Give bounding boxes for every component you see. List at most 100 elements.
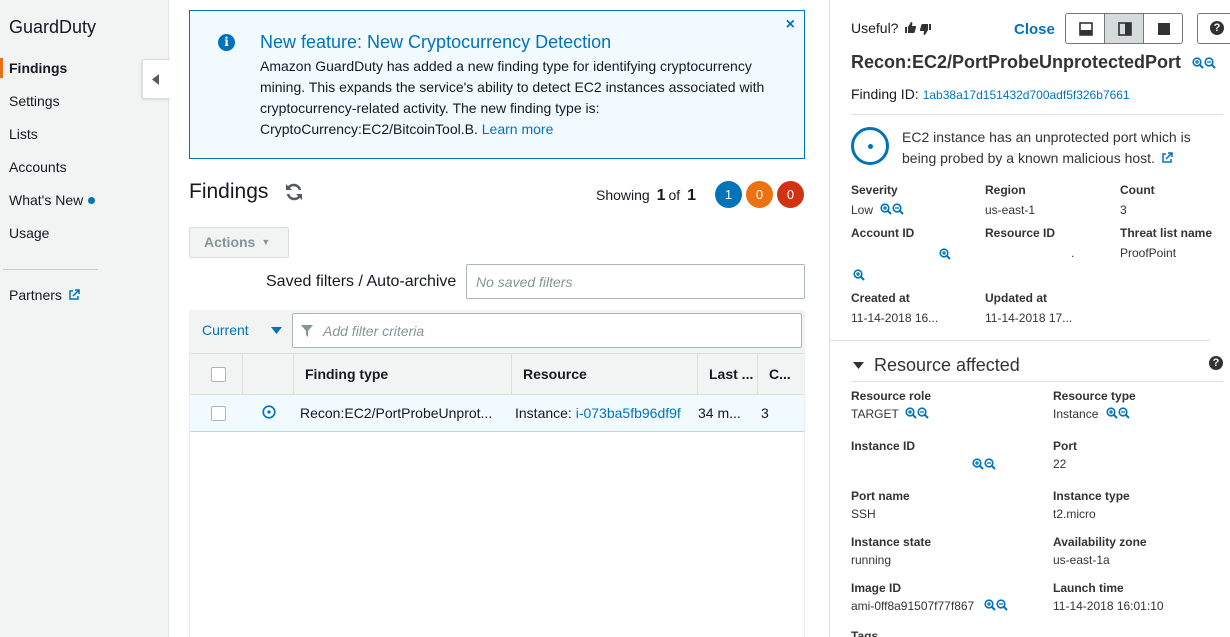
- zoom-out-icon[interactable]: [984, 458, 996, 470]
- resource-role-label: Resource role: [851, 389, 932, 403]
- description-text: EC2 instance has an unprotected port whi…: [902, 129, 1191, 166]
- column-header-finding-type[interactable]: Finding type: [293, 354, 511, 394]
- table-header: Finding type Resource Last ... C...: [190, 353, 804, 395]
- created-at-label: Created at: [851, 291, 910, 305]
- saved-filters-label: Saved filters / Auto-archive: [266, 273, 457, 290]
- tags-label: Tags: [851, 629, 879, 637]
- finding-title-text: Recon:EC2/PortProbeUnprotectedPort: [851, 52, 1182, 72]
- zoom-in-icon[interactable]: [972, 458, 984, 470]
- resource-affected-heading[interactable]: Resource affected: [874, 355, 1020, 376]
- divider: [851, 114, 1223, 115]
- thumbs-up-icon[interactable]: [905, 22, 917, 33]
- severity-column-header: [242, 354, 293, 394]
- instance-state-label: Instance state: [851, 535, 932, 549]
- resource-prefix: Instance:: [515, 405, 576, 421]
- sidebar-item-usage[interactable]: Usage: [0, 223, 169, 256]
- threat-list-label: Threat list name: [1120, 226, 1213, 240]
- zoom-out-icon[interactable]: [892, 203, 904, 215]
- caret-down-icon[interactable]: [271, 327, 282, 334]
- finding-details-panel: Useful? Close ? Recon:EC2/PortProbeUnpro…: [829, 0, 1230, 637]
- zoom-in-icon[interactable]: [1192, 57, 1204, 69]
- column-header-resource[interactable]: Resource: [511, 354, 697, 394]
- refresh-icon[interactable]: [284, 182, 304, 202]
- filter-input[interactable]: Add filter criteria: [292, 313, 802, 348]
- zoom-in-icon[interactable]: [984, 599, 996, 611]
- table-row[interactable]: Recon:EC2/PortProbeUnprot... Instance: i…: [190, 395, 804, 432]
- cell-resource: Instance: i-073ba5fb96df9f: [515, 395, 683, 432]
- created-at-value: 11-14-2018 16...: [851, 311, 939, 325]
- finding-title: Recon:EC2/PortProbeUnprotectedPort: [851, 52, 1216, 73]
- severity-count-low[interactable]: 1: [715, 181, 742, 208]
- severity-count-medium[interactable]: 0: [746, 181, 773, 208]
- select-all-checkbox[interactable]: [211, 367, 226, 382]
- availability-zone-value: us-east-1a: [1053, 553, 1110, 567]
- column-header-count[interactable]: C...: [757, 354, 804, 394]
- column-header-last-seen[interactable]: Last ...: [697, 354, 757, 394]
- launch-time-value: 11-14-2018 16:01:10: [1053, 599, 1164, 613]
- zoom-out-icon[interactable]: [996, 599, 1008, 611]
- thumbs-down-icon[interactable]: [920, 24, 932, 35]
- caret-down-icon[interactable]: [853, 362, 864, 369]
- port-label: Port: [1053, 439, 1077, 453]
- resource-type-text: Instance: [1053, 407, 1099, 421]
- resource-type-value: Instance: [1053, 407, 1130, 421]
- threat-list-value: ProofPoint: [1120, 246, 1177, 260]
- zoom-in-icon[interactable]: [939, 248, 951, 260]
- instance-type-value: t2.micro: [1053, 507, 1096, 521]
- divider: [851, 381, 1223, 382]
- resource-id-label: Resource ID: [985, 226, 1056, 240]
- help-button[interactable]: ?: [1197, 13, 1230, 44]
- port-name-value: SSH: [851, 507, 876, 521]
- resource-role-text: TARGET: [851, 407, 899, 421]
- full-screen-button[interactable]: [1143, 13, 1183, 44]
- guardduty-console: GuardDuty Findings Settings Lists Accoun…: [0, 0, 1230, 637]
- help-icon[interactable]: ?: [1209, 356, 1223, 370]
- sidebar-item-accounts[interactable]: Accounts: [0, 157, 169, 190]
- finding-id-link[interactable]: 1ab38a17d151432d700adf5f326b7661: [923, 88, 1130, 102]
- showing-current: 1: [656, 187, 666, 204]
- showing-count: Showing 1 of 1: [596, 187, 699, 205]
- showing-total: 1: [687, 187, 696, 204]
- row-checkbox[interactable]: [211, 406, 226, 421]
- saved-filters-select[interactable]: No saved filters: [466, 264, 805, 299]
- finding-description: EC2 instance has an unprotected port whi…: [902, 127, 1212, 169]
- showing-label: Showing: [596, 187, 650, 203]
- zoom-out-icon[interactable]: [1118, 407, 1130, 419]
- learn-more-link[interactable]: Learn more: [482, 121, 554, 137]
- sidebar-item-partners[interactable]: Partners: [9, 287, 80, 303]
- zoom-in-icon[interactable]: [880, 203, 892, 215]
- severity-count-high[interactable]: 0: [777, 181, 804, 208]
- divider: [830, 340, 1210, 341]
- zoom-out-icon[interactable]: [1204, 57, 1216, 69]
- low-severity-icon: [262, 396, 276, 433]
- zoom-in-icon[interactable]: [853, 269, 865, 281]
- region-label: Region: [985, 183, 1026, 197]
- zoom-in-icon[interactable]: [905, 407, 917, 419]
- useful-feedback: Useful?: [851, 20, 932, 36]
- launch-time-label: Launch time: [1053, 581, 1124, 595]
- zoom-out-icon[interactable]: [917, 407, 929, 419]
- showing-of: of: [668, 187, 681, 203]
- sidebar-item-label: What's New: [9, 192, 84, 208]
- sidebar-item-whats-new[interactable]: What's New: [0, 190, 169, 223]
- filter-placeholder: Add filter criteria: [323, 323, 425, 339]
- finding-id-label: Finding ID:: [851, 86, 919, 102]
- collapse-sidebar-button[interactable]: [142, 59, 170, 99]
- zoom-in-icon[interactable]: [1106, 407, 1118, 419]
- dock-bottom-button[interactable]: [1065, 13, 1105, 44]
- image-id-text: ami-0ff8a91507f77f867: [851, 599, 975, 613]
- low-severity-target-icon: [851, 127, 889, 165]
- cell-finding-type: Recon:EC2/PortProbeUnprot...: [300, 405, 493, 421]
- useful-label: Useful?: [851, 20, 899, 36]
- current-filter-select[interactable]: Current: [202, 322, 249, 338]
- external-link-icon[interactable]: [1161, 152, 1173, 164]
- close-panel-link[interactable]: Close: [1014, 21, 1055, 38]
- cell-last-seen: 34 m...: [698, 405, 741, 421]
- sidebar-item-lists[interactable]: Lists: [0, 124, 169, 157]
- dock-side-button[interactable]: [1104, 13, 1144, 44]
- instance-link[interactable]: i-073ba5fb96df9f: [576, 405, 681, 421]
- actions-button[interactable]: Actions ▼: [189, 227, 289, 258]
- close-banner-button[interactable]: ×: [786, 16, 795, 34]
- banner-title: New feature: New Cryptocurrency Detectio…: [260, 32, 612, 52]
- cell-count: 3: [761, 405, 769, 421]
